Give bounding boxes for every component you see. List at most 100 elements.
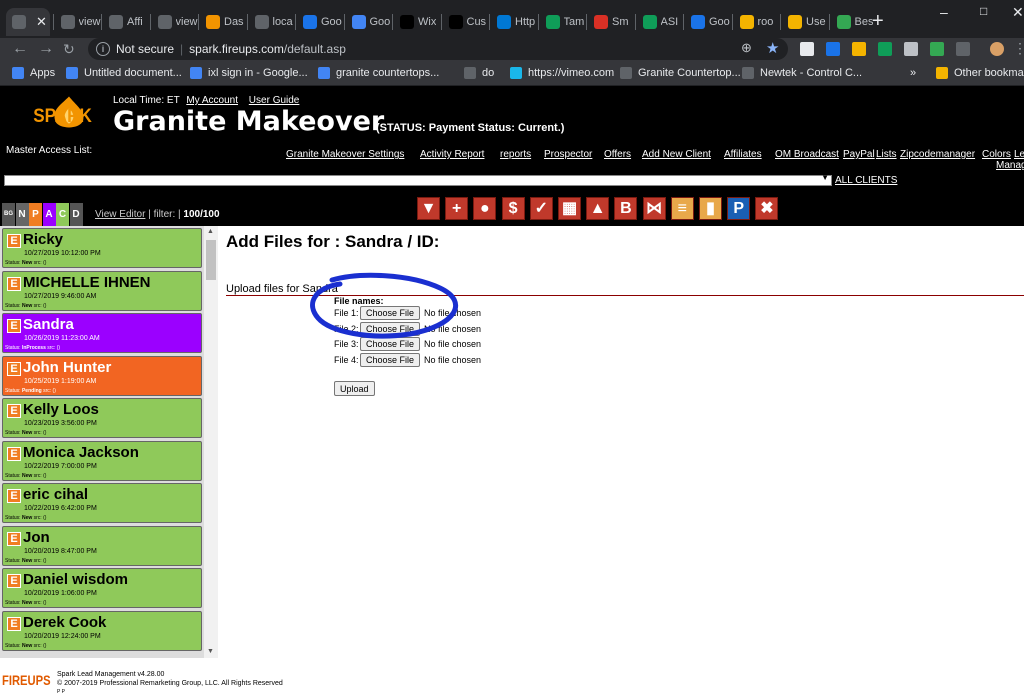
status-filter-bg[interactable]: BG <box>2 203 15 226</box>
view-editor-link[interactable]: View Editor <box>95 209 145 220</box>
browser-tab[interactable]: Cus <box>443 8 489 36</box>
close-window-button[interactable]: ✕ <box>1012 4 1024 21</box>
status-filter-a[interactable]: A <box>42 203 56 226</box>
edit-icon[interactable]: E <box>7 489 21 503</box>
extension-icon[interactable] <box>904 42 918 56</box>
avatar[interactable] <box>990 42 1004 56</box>
check-icon[interactable]: ✓ <box>529 197 553 220</box>
edit-icon[interactable]: E <box>7 446 21 461</box>
edit-icon[interactable]: E <box>7 361 21 376</box>
person-icon[interactable]: ▲ <box>586 197 610 220</box>
client-card[interactable]: E Jon 10/20/2019 8:47:00 PM Status: New src… <box>2 525 202 566</box>
bookmark-item[interactable]: Apps <box>12 67 55 79</box>
browser-tab[interactable]: roo <box>734 8 780 36</box>
bookmark-star-icon[interactable]: ★ <box>766 39 779 57</box>
nav-link[interactable]: PayPal <box>843 149 875 160</box>
back-icon[interactable]: ← <box>12 40 28 58</box>
bookmark-item[interactable]: ixl sign in - Google... <box>190 67 308 79</box>
edit-icon[interactable]: E <box>7 276 21 291</box>
browser-tab[interactable]: ✕ <box>6 8 50 36</box>
plus-icon[interactable]: + <box>445 197 469 220</box>
extension-icon[interactable] <box>826 42 840 56</box>
choose-file-button[interactable]: Choose File <box>360 306 421 320</box>
browser-tab[interactable]: view <box>55 8 101 36</box>
client-list-scrollbar[interactable]: ▲ ▼ <box>204 226 218 658</box>
client-card[interactable]: E MICHELLE IHNEN 10/27/2019 9:46:00 AM Stat… <box>2 270 202 311</box>
status-filter-n[interactable]: N <box>15 203 29 226</box>
choose-file-button[interactable]: Choose File <box>360 337 421 351</box>
scroll-up-icon[interactable]: ▲ <box>207 228 214 235</box>
browser-tab[interactable]: Http <box>491 8 537 36</box>
zoom-icon[interactable]: ⊕ <box>741 40 752 56</box>
bookmark-item[interactable]: https://vimeo.com <box>510 67 614 79</box>
nav-link[interactable]: OM Broadcast <box>775 149 839 160</box>
nav-link[interactable]: Offers <box>604 149 631 160</box>
menu-icon[interactable]: ⋮ <box>1013 40 1024 57</box>
extension-icon[interactable] <box>930 42 944 56</box>
browser-tab[interactable]: Sm <box>588 8 634 36</box>
extension-icon[interactable] <box>852 42 866 56</box>
bookmark-item[interactable]: granite countertops... <box>318 67 439 79</box>
grid-icon[interactable]: ▦ <box>558 197 581 220</box>
browser-tab[interactable]: Goo <box>346 8 392 36</box>
list-icon[interactable]: ≡ <box>670 197 694 220</box>
nav-link[interactable]: Lists <box>876 149 897 160</box>
other-bookmarks[interactable]: Other bookmarks <box>936 67 1024 79</box>
edit-icon[interactable]: E <box>7 531 21 546</box>
choose-file-button[interactable]: Choose File <box>360 352 421 367</box>
user-guide-link[interactable]: User Guide <box>249 95 300 106</box>
bookmark-item[interactable]: do <box>464 67 494 79</box>
circle-icon[interactable]: ● <box>473 197 497 220</box>
scroll-thumb[interactable] <box>206 240 216 280</box>
bookmark-item[interactable]: Untitled document... <box>66 67 182 79</box>
nav-link[interactable]: Le <box>1014 149 1024 160</box>
nav-link[interactable]: Add New Client <box>642 149 711 160</box>
browser-tab[interactable]: Wix <box>394 8 440 36</box>
choose-file-button[interactable]: Choose File <box>360 321 421 336</box>
client-card[interactable]: E Ricky 10/27/2019 10:12:00 PM Status: New … <box>2 228 202 268</box>
new-tab-button[interactable]: + <box>872 10 884 33</box>
browser-tab[interactable]: Affi <box>103 8 149 36</box>
maximize-button[interactable]: □ <box>980 4 987 18</box>
browser-tab[interactable]: Goo <box>685 8 731 36</box>
client-card[interactable]: E Sandra 10/26/2019 11:23:00 AM Status: InP… <box>2 313 202 353</box>
nav-link[interactable]: Zipcodemanager <box>900 149 975 160</box>
nav-link[interactable]: Affiliates <box>724 149 762 160</box>
address-bar[interactable]: i Not secure | spark.fireups.com/default… <box>88 38 788 60</box>
bowtie-icon[interactable]: ⋈ <box>642 197 666 220</box>
status-filter-c[interactable]: C <box>56 203 69 226</box>
browser-tab[interactable]: ASI <box>637 8 683 36</box>
client-card[interactable]: Eeric cihal 10/22/2019 6:42:00 PM Status: … <box>2 483 202 523</box>
paypal-icon[interactable]: P <box>727 197 751 220</box>
dollar-icon[interactable]: $ <box>501 197 525 220</box>
client-card[interactable]: E Daniel wisdom 10/20/2019 1:06:00 PM Statu… <box>2 568 202 608</box>
nav-link[interactable]: Prospector <box>544 149 592 160</box>
edit-icon[interactable]: E <box>7 616 21 631</box>
close-icon[interactable]: ✕ <box>36 14 47 30</box>
upload-button[interactable]: Upload <box>334 381 375 396</box>
bookmark-item[interactable]: Granite Countertop... <box>620 67 741 79</box>
client-card[interactable]: E Monica Jackson 10/22/2019 7:00:00 PM Stat… <box>2 440 202 481</box>
bookmark-item[interactable]: Newtek - Control C... <box>742 67 862 79</box>
scroll-down-icon[interactable]: ▼ <box>207 648 214 655</box>
browser-tab[interactable]: Goo <box>297 8 343 36</box>
browser-tab[interactable]: loca <box>249 8 295 36</box>
client-card[interactable]: E Kelly Loos 10/23/2019 3:56:00 PM Status: … <box>2 398 202 438</box>
filter-icon[interactable]: ▼ <box>417 197 440 220</box>
reload-icon[interactable]: ↻ <box>63 41 75 58</box>
status-filter-p[interactable]: P <box>29 203 42 226</box>
extension-icon[interactable] <box>800 42 814 56</box>
nav-link[interactable]: reports <box>500 149 531 160</box>
nav-link[interactable]: Colors <box>982 149 1011 160</box>
my-account-link[interactable]: My Account <box>186 95 238 106</box>
browser-tab[interactable]: Tam <box>540 8 586 36</box>
nav-link[interactable]: Granite Makeover Settings <box>286 149 404 160</box>
client-card[interactable]: E Derek Cook 10/20/2019 12:24:00 PM Status:… <box>2 610 202 651</box>
all-clients-link[interactable]: ALL CLIENTS <box>835 175 897 186</box>
status-filter-d[interactable]: D <box>69 203 83 226</box>
extension-icon[interactable] <box>956 42 970 56</box>
nav-link-manag[interactable]: Manag <box>996 160 1024 171</box>
forward-icon[interactable]: → <box>38 40 54 58</box>
nav-link[interactable]: Activity Report <box>420 149 484 160</box>
edit-icon[interactable]: E <box>7 234 21 248</box>
